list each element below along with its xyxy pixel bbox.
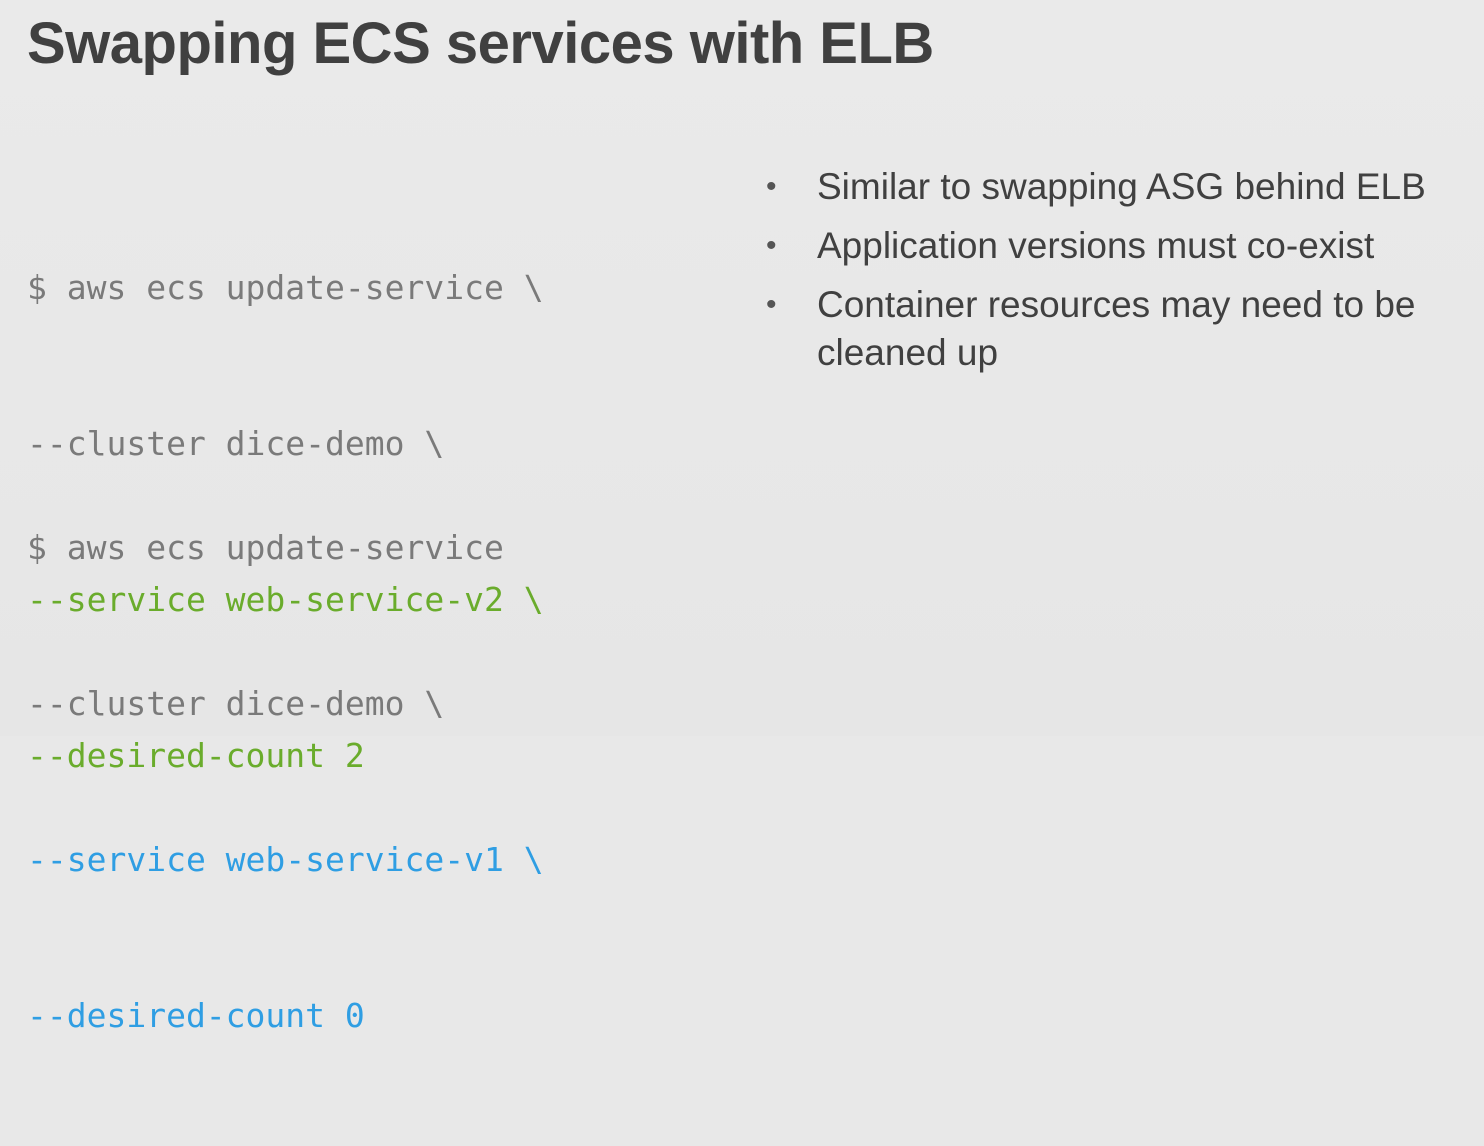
bullet-icon: •	[766, 229, 777, 262]
bullet-list: • Similar to swapping ASG behind ELB • A…	[764, 163, 1454, 388]
slide: Swapping ECS services with ELB $ aws ecs…	[0, 0, 1484, 1035]
bullet-item: • Application versions must co-exist	[764, 222, 1454, 270]
bullet-icon: •	[766, 170, 777, 203]
code-line: $ aws ecs update-service	[27, 528, 504, 567]
bullet-icon: •	[766, 288, 777, 321]
bullet-item: • Similar to swapping ASG behind ELB	[764, 163, 1454, 211]
code-line: --desired-count 0	[27, 996, 365, 1035]
bullet-text: Similar to swapping ASG behind ELB	[817, 166, 1426, 207]
code-block-scale-down-v1: $ aws ecs update-service --cluster dice-…	[27, 418, 544, 1146]
bullet-item: • Container resources may need to be cle…	[764, 281, 1454, 377]
bullet-text: Application versions must co-exist	[817, 225, 1375, 266]
bullet-text: Container resources may need to be clean…	[817, 284, 1416, 373]
slide-title: Swapping ECS services with ELB	[27, 11, 934, 76]
code-line: --cluster dice-demo \	[27, 684, 445, 723]
code-line: --service web-service-v1 \	[27, 840, 544, 879]
code-line: $ aws ecs update-service \	[27, 268, 544, 307]
